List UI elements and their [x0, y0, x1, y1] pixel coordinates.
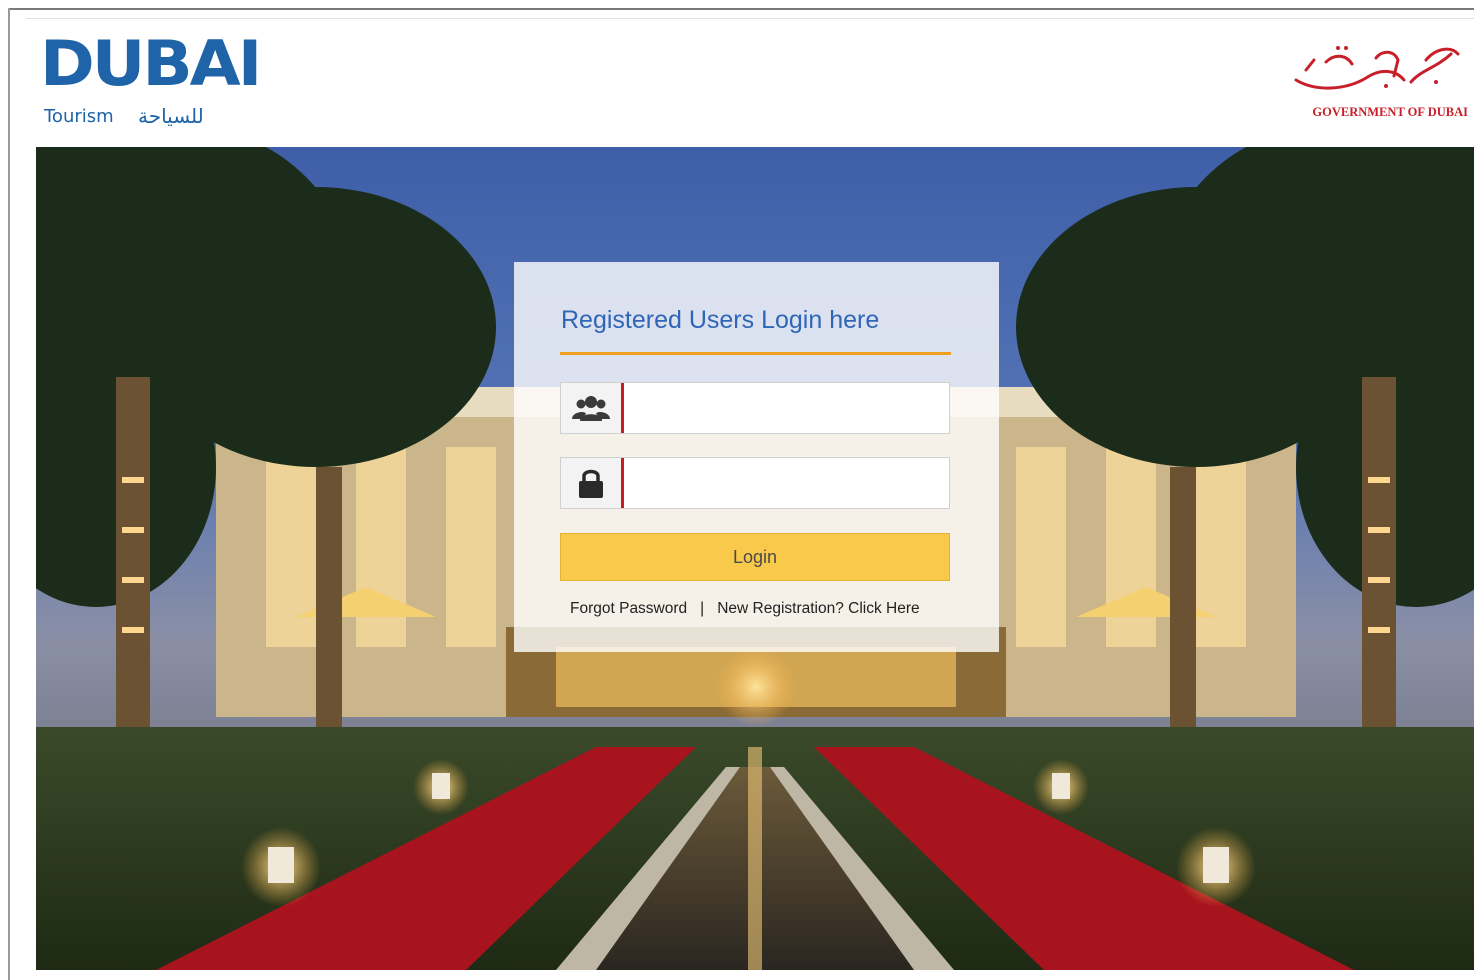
page-border-left: [8, 8, 10, 980]
password-required-marker: [621, 458, 624, 508]
gov-logo-text: GOVERNMENT OF DUBAI: [1312, 105, 1468, 119]
government-of-dubai-logo[interactable]: GOVERNMENT OF DUBAI: [1264, 40, 1474, 126]
dubai-logo-word: DUBAI: [40, 27, 262, 101]
header-divider: [26, 18, 1474, 19]
users-icon: [561, 383, 621, 433]
login-button[interactable]: Login: [560, 533, 950, 581]
password-input[interactable]: [627, 460, 949, 506]
new-registration-link[interactable]: New Registration? Click Here: [717, 600, 919, 617]
forgot-password-link[interactable]: Forgot Password: [570, 600, 687, 617]
dubai-logo-tourism: Tourism: [44, 106, 114, 127]
dubai-tourism-logo[interactable]: DUBAI Tourism للسياحة: [40, 30, 262, 134]
dubai-logo-arabic: للسياحة: [138, 104, 204, 128]
page-border-top: [8, 8, 1474, 10]
gov-calligraphy-icon: [1294, 46, 1460, 90]
link-separator: |: [700, 600, 705, 617]
username-input[interactable]: [627, 385, 949, 431]
window-top-margin: [0, 0, 1474, 8]
username-required-marker: [621, 383, 624, 433]
login-links: Forgot Password | New Registration? Click …: [570, 600, 920, 618]
password-field[interactable]: [560, 457, 950, 509]
username-field[interactable]: [560, 382, 950, 434]
title-underline: [560, 352, 951, 355]
lock-icon: [561, 458, 621, 508]
login-title: Registered Users Login here: [561, 306, 880, 334]
login-panel: Registered Users Login here Login Forgot…: [514, 262, 999, 652]
